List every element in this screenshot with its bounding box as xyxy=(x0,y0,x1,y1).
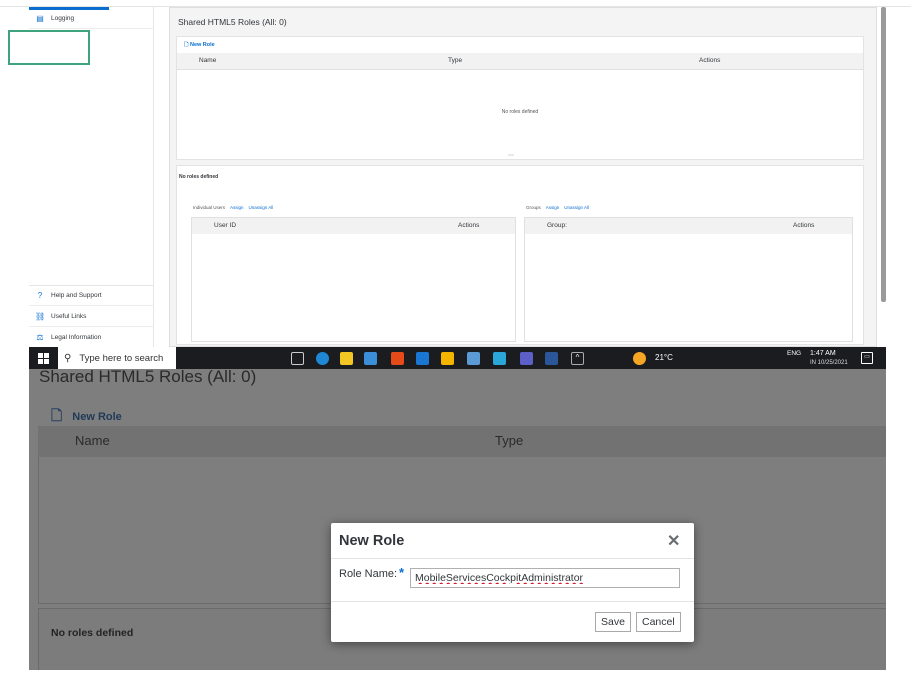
sidebar-item-label: Help and Support xyxy=(51,292,102,299)
sidebar-item-label: Logging xyxy=(51,14,75,22)
add-document-icon: 🗋 xyxy=(184,42,189,48)
windows-taskbar: ⚲ Type here to search ^ 21°C ENG 1:47 AM… xyxy=(29,347,886,369)
sidebar-item-useful-links[interactable]: ⛓ Useful Links xyxy=(29,306,154,327)
zoom-column-name[interactable]: Name xyxy=(75,433,110,448)
vertical-scrollbar[interactable] xyxy=(881,7,886,302)
column-group[interactable]: Group: xyxy=(547,222,567,229)
column-actions[interactable]: Actions xyxy=(699,57,720,64)
unassign-all-groups-link[interactable]: Unassign All xyxy=(564,205,589,210)
help-icon: ? xyxy=(37,291,43,300)
dialog-title: New Role xyxy=(339,533,405,549)
overflow-chevron-icon[interactable]: ^ xyxy=(571,352,584,365)
windows-start-icon[interactable] xyxy=(38,353,49,364)
divider xyxy=(331,601,694,602)
browser-top-strip xyxy=(0,0,911,7)
search-placeholder: Type here to search xyxy=(79,352,164,364)
role-name-input[interactable] xyxy=(410,568,680,588)
taskbar-search[interactable]: ⚲ Type here to search xyxy=(58,347,176,369)
empty-message: No roles defined xyxy=(501,109,539,115)
sidebar-item-logging[interactable]: ▤ Logging xyxy=(29,8,154,29)
users-table-header: User ID Actions xyxy=(192,218,515,234)
word-icon[interactable] xyxy=(545,352,558,365)
column-actions[interactable]: Actions xyxy=(458,222,479,229)
groups-table-header: Group: Actions xyxy=(525,218,852,234)
role-details-panel: No roles defined Individual Users Assign U… xyxy=(176,165,864,345)
sidebar-item-legal[interactable]: ⚖ Legal Information xyxy=(29,327,154,348)
highlight-box xyxy=(8,30,90,65)
groups-label: Groups xyxy=(526,205,541,210)
sidebar-item-label: Useful Links xyxy=(51,312,87,320)
required-marker: * xyxy=(399,565,405,580)
clock-time[interactable]: 1:47 AM xyxy=(810,350,836,357)
zoom-new-role-label: New Role xyxy=(72,411,122,423)
scale-icon: ⚖ xyxy=(36,332,44,342)
column-actions[interactable]: Actions xyxy=(793,222,814,229)
teams-icon[interactable] xyxy=(520,352,533,365)
edge-browser-icon[interactable] xyxy=(316,352,329,365)
clock-date[interactable]: IN 10/25/2021 xyxy=(810,360,848,366)
assign-groups-link[interactable]: Assign xyxy=(546,205,560,210)
notification-icon[interactable]: ▭ xyxy=(861,352,873,364)
new-role-label: New Role xyxy=(189,42,215,48)
new-role-dialog: New Role ✕ Role Name: * Save Cancel xyxy=(331,523,694,642)
outlook-icon[interactable] xyxy=(416,352,429,365)
upper-screenshot: ▤ Logging ? Help and Support ⛓ Useful Li… xyxy=(0,0,911,369)
details-title: No roles defined xyxy=(179,174,219,180)
column-name[interactable]: Name xyxy=(199,57,216,64)
groups-toolbar: Groups Assign Unassign All xyxy=(526,205,589,210)
temperature[interactable]: 21°C xyxy=(655,353,673,362)
zoom-details-title: No roles defined xyxy=(51,627,134,639)
snipping-tool-icon[interactable] xyxy=(467,352,480,365)
unassign-all-users-link[interactable]: Unassign All xyxy=(249,205,274,210)
cancel-button[interactable]: Cancel xyxy=(636,612,681,632)
role-name-label: Role Name: xyxy=(339,568,398,580)
table-header: Name Type Actions xyxy=(177,53,863,70)
new-role-button[interactable]: 🗋 New Role xyxy=(184,41,215,50)
language-indicator[interactable]: ENG xyxy=(787,350,801,357)
resize-handle[interactable]: ⋯ xyxy=(508,152,514,159)
zoom-page-title: Shared HTML5 Roles (All: 0) xyxy=(39,369,257,386)
file-explorer-icon[interactable] xyxy=(441,352,454,365)
office-icon[interactable] xyxy=(391,352,404,365)
roles-table: 🗋 New Role Name Type Actions No roles de… xyxy=(176,36,864,160)
sidebar-item-help[interactable]: ? Help and Support xyxy=(29,285,154,306)
users-label: Individual Users xyxy=(193,205,226,210)
save-button[interactable]: Save xyxy=(595,612,631,632)
weather-icon[interactable] xyxy=(633,352,646,365)
close-icon[interactable]: ✕ xyxy=(667,531,680,551)
divider xyxy=(331,558,694,559)
zoom-table-header: Name Type xyxy=(38,426,886,457)
network-app-icon[interactable] xyxy=(493,352,506,365)
users-toolbar: Individual Users Assign Unassign All xyxy=(193,205,273,210)
link-icon: ⛓ xyxy=(35,311,46,321)
zoomed-screenshot: Shared HTML5 Roles (All: 0) 🗋 New Role N… xyxy=(29,369,886,670)
column-type[interactable]: Type xyxy=(448,57,462,64)
search-icon: ⚲ xyxy=(64,352,72,364)
column-user-id[interactable]: User ID xyxy=(214,222,236,229)
task-view-icon[interactable] xyxy=(291,352,304,365)
users-table: User ID Actions xyxy=(191,217,516,342)
zoom-column-type[interactable]: Type xyxy=(495,433,523,448)
page-title: Shared HTML5 Roles (All: 0) xyxy=(178,17,287,27)
sidebar-item-label: Legal Information xyxy=(51,333,102,341)
log-icon: ▤ xyxy=(36,13,44,23)
mail-icon[interactable] xyxy=(364,352,377,365)
groups-table: Group: Actions xyxy=(524,217,853,342)
assign-users-link[interactable]: Assign xyxy=(230,205,244,210)
store-icon[interactable] xyxy=(340,352,353,365)
main-content: Shared HTML5 Roles (All: 0) 🗋 New Role N… xyxy=(169,7,877,347)
